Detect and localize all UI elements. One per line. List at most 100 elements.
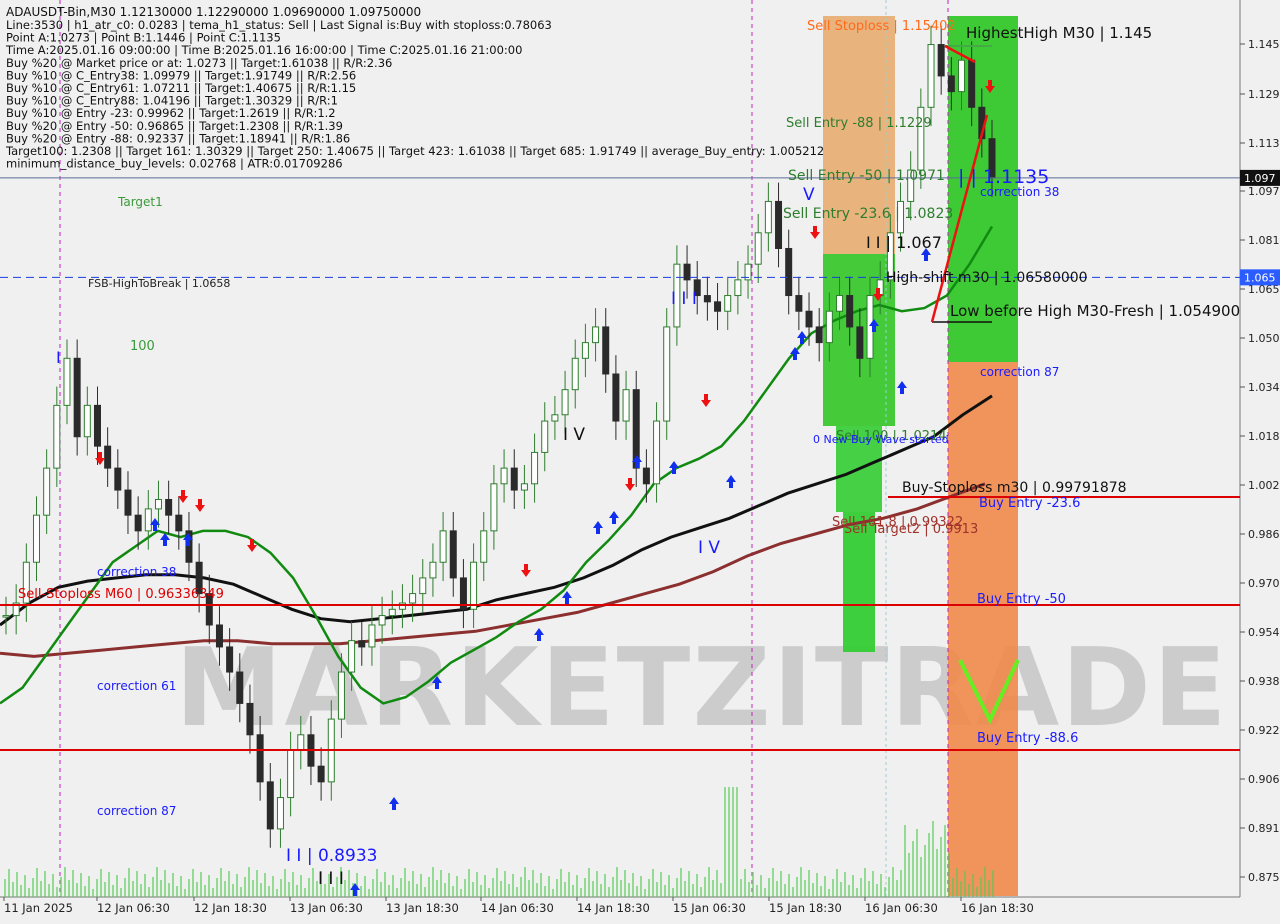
candle-body bbox=[937, 44, 945, 77]
candle-body bbox=[836, 295, 844, 312]
volume-bar bbox=[644, 889, 646, 897]
volume-bar bbox=[280, 879, 282, 897]
volume-bar bbox=[292, 872, 294, 897]
volume-bar bbox=[484, 875, 486, 897]
volume-bar bbox=[516, 887, 518, 897]
volume-bar bbox=[852, 875, 854, 897]
annotation-label: High-shift m30 | 1.06580000 bbox=[886, 270, 1088, 286]
volume-bar bbox=[156, 867, 158, 897]
annotation-label: Low before High M30-Fresh | 1.054900 bbox=[950, 302, 1240, 320]
candle-body bbox=[795, 295, 803, 312]
volume-bar bbox=[412, 871, 414, 897]
volume-bar bbox=[272, 876, 274, 897]
price-tick-label: 1.050 bbox=[1248, 332, 1280, 345]
volume-bar bbox=[72, 870, 74, 897]
time-tick-label: 14 Jan 06:30 bbox=[481, 901, 554, 915]
current-price-label: 1.097 bbox=[1244, 172, 1276, 185]
volume-bar bbox=[592, 881, 594, 897]
price-tick-label: 0.954 bbox=[1248, 626, 1280, 639]
annotation-label: Sell Target2 | 0.9913 bbox=[844, 522, 978, 537]
volume-bar bbox=[428, 877, 430, 897]
candle-body bbox=[571, 357, 579, 391]
volume-bar bbox=[344, 880, 346, 897]
volume-bar bbox=[52, 874, 54, 897]
volume-bar bbox=[504, 871, 506, 897]
volume-bar bbox=[572, 885, 574, 897]
time-tick-label: 16 Jan 18:30 bbox=[961, 901, 1034, 915]
price-tick-label: 1.034 bbox=[1248, 381, 1280, 394]
annotation-label: I I | 0.8933 bbox=[286, 846, 377, 866]
volume-bar bbox=[468, 869, 470, 897]
volume-bar bbox=[820, 886, 822, 897]
candle-body bbox=[43, 467, 51, 516]
volume-bar bbox=[132, 881, 134, 897]
candle-body bbox=[734, 279, 742, 297]
volume-bar bbox=[80, 873, 82, 897]
annotation-label: correction 87 bbox=[980, 365, 1059, 379]
price-tick-label: 1.097 bbox=[1248, 185, 1280, 198]
volume-bar bbox=[172, 873, 174, 897]
volume-bar bbox=[808, 870, 810, 897]
price-tick-label: 1.081 bbox=[1248, 234, 1280, 247]
volume-bar bbox=[248, 867, 250, 897]
annotation-label: correction 87 bbox=[97, 804, 176, 818]
volume-bar bbox=[908, 853, 910, 897]
volume-bar bbox=[664, 885, 666, 897]
volume-bar bbox=[812, 883, 814, 897]
volume-bar bbox=[624, 870, 626, 897]
candle-body bbox=[846, 295, 854, 328]
volume-bar bbox=[8, 869, 10, 897]
annotation-label: V bbox=[803, 185, 815, 205]
level-label: Buy Entry -23.6 bbox=[979, 496, 1080, 511]
candle-body bbox=[714, 301, 722, 312]
price-chart[interactable]: MARKETZITRADE Target1FSB-HighToBreak | 1… bbox=[0, 0, 1280, 920]
volume-bar bbox=[704, 877, 706, 897]
volume-bar bbox=[116, 875, 118, 897]
time-tick-label: 16 Jan 06:30 bbox=[865, 901, 938, 915]
candle-body bbox=[246, 702, 254, 736]
volume-bar bbox=[16, 872, 18, 897]
level-label: Buy Entry -88.6 bbox=[977, 731, 1078, 746]
level-label: Buy-Stoploss m30 | 0.99791878 bbox=[902, 480, 1127, 496]
candle-body bbox=[32, 514, 40, 563]
price-tick-label: 1.002 bbox=[1248, 479, 1280, 492]
candle-body bbox=[785, 247, 793, 297]
volume-bar bbox=[44, 871, 46, 897]
volume-bar bbox=[164, 870, 166, 897]
volume-bar bbox=[424, 887, 426, 897]
volume-bar bbox=[212, 888, 214, 897]
candle-body bbox=[510, 467, 518, 491]
volume-bar bbox=[780, 871, 782, 897]
volume-bar bbox=[848, 885, 850, 897]
volume-bar bbox=[776, 881, 778, 897]
time-tick-label: 15 Jan 06:30 bbox=[673, 901, 746, 915]
volume-bar bbox=[300, 875, 302, 897]
candle-body bbox=[775, 200, 783, 249]
time-tick-label: 11 Jan 2025 bbox=[4, 901, 73, 915]
volume-bar bbox=[308, 878, 310, 897]
volume-bar bbox=[524, 867, 526, 897]
price-tick-label: 0.906 bbox=[1248, 773, 1280, 786]
candle-body bbox=[287, 749, 295, 799]
volume-bar bbox=[480, 885, 482, 897]
candle-body bbox=[754, 232, 762, 265]
candle-body bbox=[388, 608, 396, 617]
volume-bar bbox=[948, 853, 950, 897]
volume-bar bbox=[104, 882, 106, 897]
volume-bar bbox=[144, 874, 146, 897]
chart-title: ADAUSDT-Bin,M30 1.12130000 1.12290000 1.… bbox=[6, 5, 421, 19]
candle-body bbox=[856, 326, 864, 359]
candle-body bbox=[531, 451, 539, 485]
volume-bar bbox=[632, 873, 634, 897]
volume-bar bbox=[396, 888, 398, 897]
volume-bar bbox=[368, 889, 370, 897]
volume-bar bbox=[236, 874, 238, 897]
volume-bar bbox=[960, 881, 962, 897]
annotation-label: I V bbox=[698, 538, 720, 558]
volume-bar bbox=[432, 867, 434, 897]
volume-bar bbox=[604, 874, 606, 897]
volume-bar bbox=[972, 874, 974, 897]
volume-bar bbox=[200, 872, 202, 897]
annotation-label: I I | 1.067 bbox=[866, 233, 942, 252]
volume-bar bbox=[180, 876, 182, 897]
